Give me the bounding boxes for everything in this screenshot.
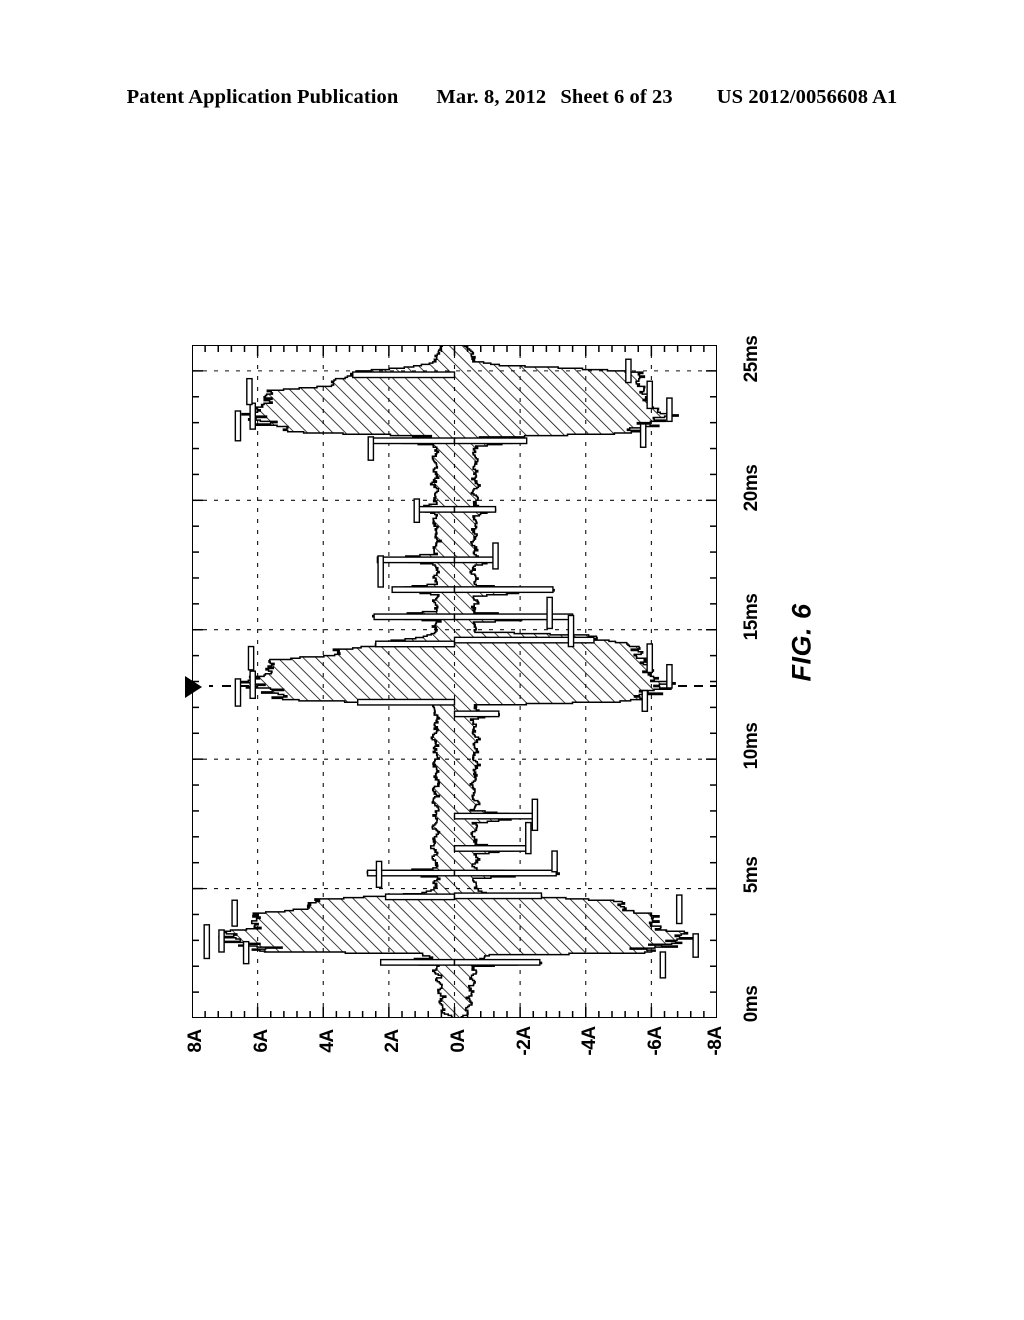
oscilloscope-plot [192,345,717,1018]
y-tick-label-6: -4A [579,1026,600,1056]
y-tick-label-8: -8A [705,1026,726,1056]
trigger-dash-2 [222,685,231,687]
y-tick-label-2: 4A [317,1029,338,1053]
x-tick-label-0: 0ms [741,985,762,1023]
y-tick-label-5: -2A [514,1026,535,1056]
current-waveform [203,345,699,1018]
trigger-dash-6 [710,685,717,687]
trigger-dash-3 [240,685,249,687]
trigger-dash-5 [694,685,703,687]
oscilloscope-plot-rotated [192,345,717,1018]
x-tick-label-4: 20ms [741,464,762,512]
x-tick-label-1: 5ms [741,856,762,894]
figure-caption: FIG. 6 [786,603,817,682]
y-tick-label-7: -6A [645,1026,666,1056]
y-tick-label-4: 0A [448,1029,469,1053]
x-tick-label-5: 25ms [741,335,762,383]
y-tick-label-3: 2A [382,1029,403,1053]
y-tick-label-0: 8A [185,1029,206,1053]
x-tick-label-2: 10ms [741,722,762,770]
trigger-dash-4 [678,685,687,687]
x-tick-label-3: 15ms [741,593,762,641]
trigger-dash-1 [209,685,213,687]
figure-6: 8A 6A 4A 2A 0A -2A -4A -6A -8A 0ms 5ms 1… [0,0,1024,1320]
waveform-svg [192,345,717,1018]
y-tick-label-1: 6A [251,1029,272,1053]
trigger-arrow-icon [185,676,202,698]
